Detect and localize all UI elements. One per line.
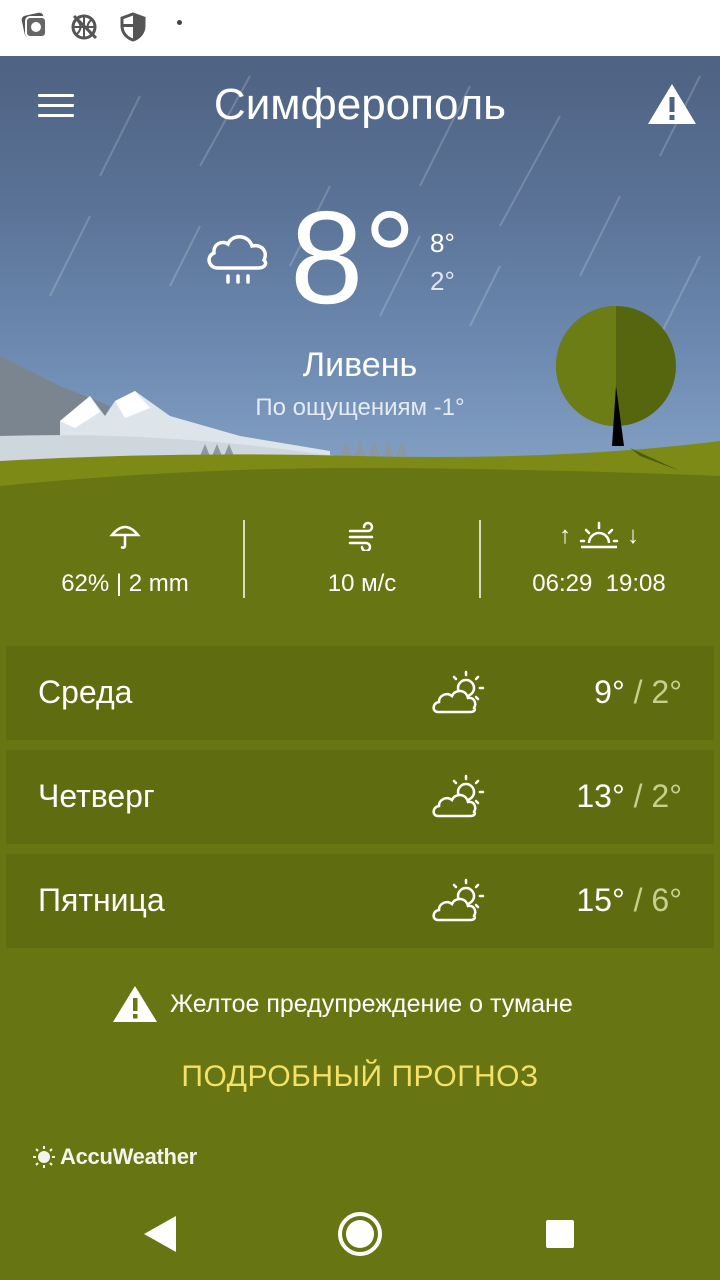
navigation-bar [0, 1184, 720, 1280]
partly-cloudy-icon [432, 774, 485, 818]
umbrella-icon [109, 525, 141, 549]
forecast-high: 15° [576, 882, 625, 918]
home-icon[interactable] [332, 1206, 388, 1262]
forecast-temps: 15° / 6° [576, 882, 682, 919]
sunset-time: 19:08 [605, 570, 666, 597]
forecast-day: Четверг [38, 778, 155, 814]
temp-separator: / [633, 882, 643, 918]
city-title[interactable]: Симферополь [120, 80, 600, 130]
sun-logo-icon [33, 1146, 55, 1168]
divider [243, 520, 245, 598]
forecast-day: Среда [38, 674, 133, 710]
warning-icon [113, 986, 157, 1022]
current-temperature: 8° [290, 184, 417, 331]
wind-value: 10 м/с [327, 570, 397, 597]
wind-stat: 10 м/с [246, 518, 478, 600]
precipitation-stat: 62% | 2 mm [10, 518, 240, 600]
forecast-day: Пятница [38, 882, 165, 918]
today-low: 2° [430, 266, 455, 296]
forecast-high: 9° [594, 674, 625, 710]
forecast-low: 2° [651, 778, 682, 814]
shield-icon [120, 12, 146, 42]
arrow-down-icon: ↓ [627, 522, 639, 549]
cloud-rain-icon [207, 235, 268, 284]
partly-cloudy-icon [432, 878, 485, 922]
wind-icon [348, 521, 374, 551]
temp-separator: / [633, 778, 643, 814]
warning-text: Желтое предупреждение о тумане [170, 990, 573, 1018]
forecast-row-wednesday[interactable]: Среда 9° / 2° [6, 646, 714, 740]
sun-stat: ↑ ↓ 06:29 19:08 [484, 518, 714, 600]
divider [479, 520, 481, 598]
feels-like-label: По ощущениям -1° [255, 394, 465, 421]
recent-apps-icon[interactable] [532, 1206, 588, 1262]
notification-dot [177, 20, 182, 25]
brand-name: AccuWeather [60, 1144, 197, 1169]
partly-cloudy-icon [432, 670, 485, 714]
alert-button[interactable] [646, 80, 698, 128]
temp-separator: / [633, 674, 643, 710]
condition-label: Ливень [302, 346, 418, 384]
sunrise-icon [579, 521, 619, 549]
precipitation-value: 62% | 2 mm [61, 570, 189, 597]
fog-warning[interactable]: Желтое предупреждение о тумане [0, 984, 720, 1028]
globe-off-icon [71, 14, 98, 40]
sun-times: 06:29 19:08 [484, 570, 714, 598]
today-high: 8° [430, 228, 455, 258]
forecast-temps: 13° / 2° [576, 778, 682, 815]
forecast-low: 2° [651, 674, 682, 710]
details-row: 62% | 2 mm 10 м/с ↑ ↓ 06:29 19:08 [0, 518, 720, 600]
status-bar [0, 0, 720, 56]
photo-notification-icon [21, 12, 47, 38]
menu-button[interactable] [34, 90, 78, 122]
arrow-up-icon: ↑ [559, 522, 571, 549]
forecast-high: 13° [576, 778, 625, 814]
sunrise-time: 06:29 [532, 570, 593, 597]
forecast-row-friday[interactable]: Пятница 15° / 6° [6, 854, 714, 948]
back-icon[interactable] [132, 1206, 188, 1262]
forecast-row-thursday[interactable]: Четверг 13° / 2° [6, 750, 714, 844]
accuweather-logo: AccuWeather [32, 1143, 197, 1171]
forecast-temps: 9° / 2° [594, 674, 682, 711]
forecast-low: 6° [651, 882, 682, 918]
detailed-forecast-link[interactable]: ПОДРОБНЫЙ ПРОГНОЗ [0, 1060, 720, 1094]
